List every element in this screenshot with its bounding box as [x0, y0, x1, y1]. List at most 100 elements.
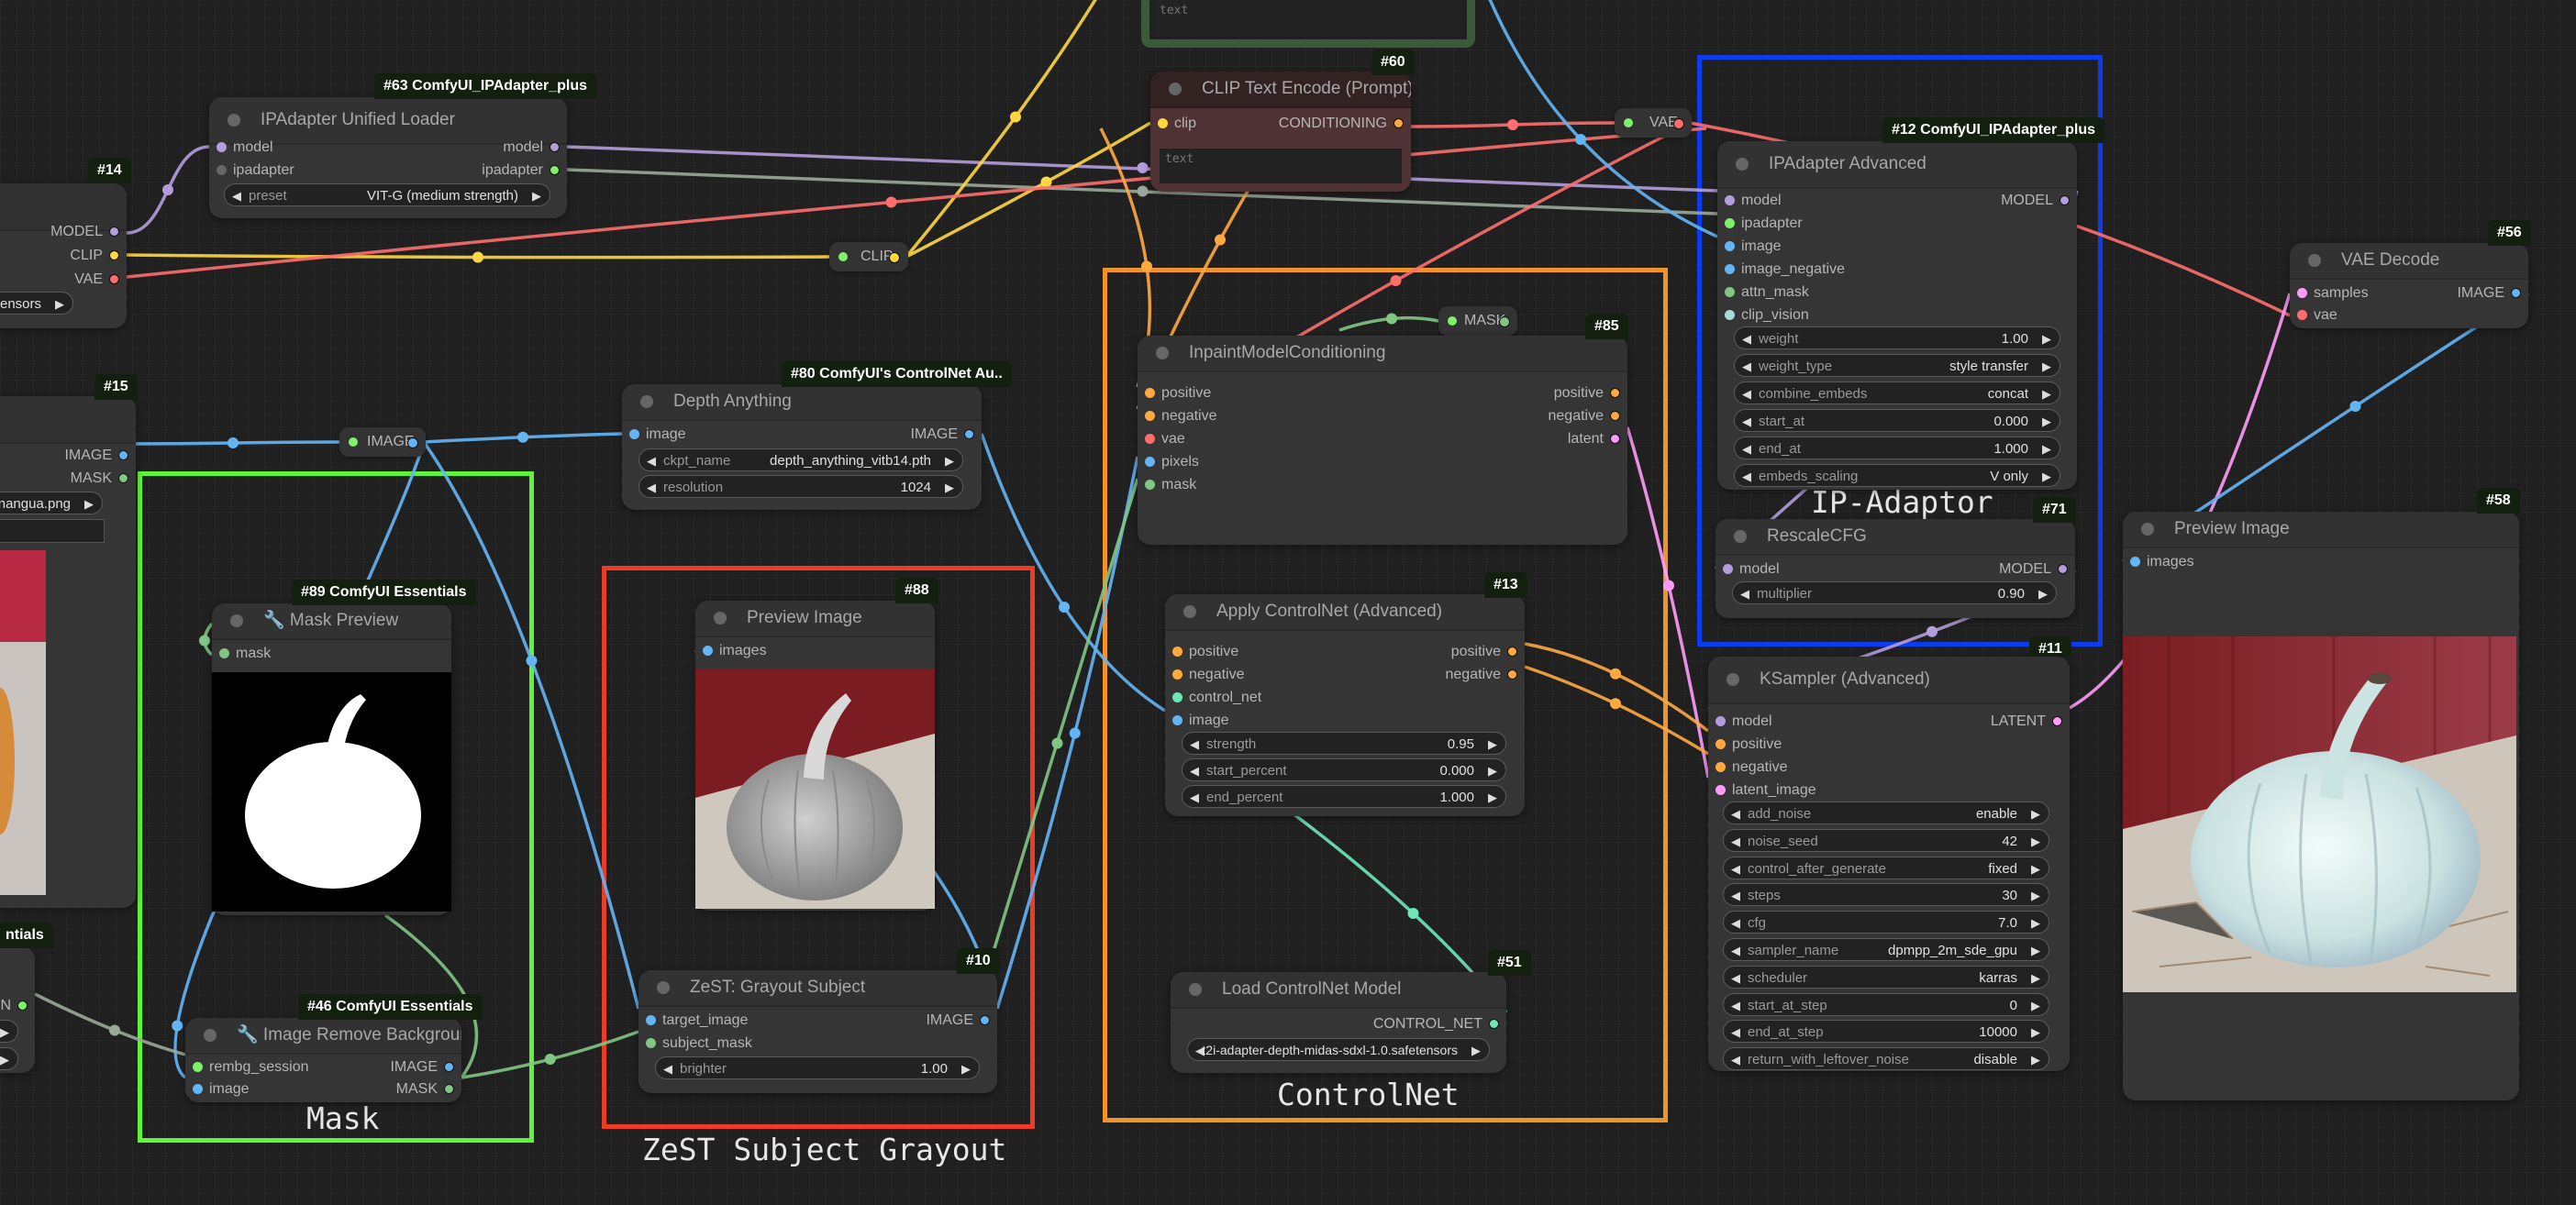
- widget-model[interactable]: ▶: [0, 1020, 18, 1043]
- arrow-right-icon[interactable]: ▶: [1488, 733, 1497, 756]
- output-image[interactable]: IMAGE: [64, 444, 136, 467]
- widget-cfg[interactable]: ◀ cfg 7.0 ▶: [1723, 911, 2049, 934]
- arrow-right-icon[interactable]: ▶: [2042, 327, 2051, 350]
- arrow-left-icon[interactable]: ◀: [1190, 733, 1199, 756]
- arrow-left-icon[interactable]: ◀: [1731, 912, 1740, 934]
- arrow-right-icon[interactable]: ▶: [2031, 857, 2040, 880]
- widget-start-percent[interactable]: ◀ start_percent 0.000 ▶: [1182, 758, 1506, 781]
- input-rembg-session[interactable]: rembg_session: [185, 1056, 309, 1078]
- node-clip-text-encode[interactable]: CLIP Text Encode (Prompt) clip CONDITION…: [1150, 72, 1411, 192]
- arrow-right-icon[interactable]: ▶: [532, 184, 541, 207]
- pin[interactable]: [118, 473, 128, 483]
- input-clip[interactable]: clip: [1150, 112, 1196, 135]
- pin[interactable]: [1172, 692, 1183, 702]
- node-apply-controlnet-advanced[interactable]: Apply ControlNet (Advanced) positive nega…: [1165, 594, 1525, 816]
- arrow-right-icon[interactable]: ▶: [55, 293, 64, 315]
- widget-sampler-name[interactable]: ◀ sampler_name dpmpp_2m_sde_gpu ▶: [1723, 938, 2049, 961]
- node-title-bar[interactable]: Apply ControlNet (Advanced): [1165, 594, 1525, 631]
- widget-ckpt-name[interactable]: ◀ ckpt_name depth_anything_vitb14.pth ▶: [638, 448, 963, 471]
- collapse-dot-icon[interactable]: [640, 395, 653, 408]
- output-negative[interactable]: negative: [1549, 404, 1628, 427]
- arrow-left-icon[interactable]: ◀: [1742, 465, 1751, 488]
- pin[interactable]: [1610, 434, 1620, 444]
- pin[interactable]: [193, 1084, 203, 1094]
- arrow-left-icon[interactable]: ◀: [1731, 802, 1740, 825]
- node-ksampler-advanced[interactable]: KSampler (Advanced) model positive negativ…: [1708, 657, 2070, 1071]
- arrow-right-icon[interactable]: ▶: [2042, 465, 2051, 488]
- input-positive[interactable]: positive: [1708, 733, 1782, 756]
- widget-strength[interactable]: ◀ strength 0.95 ▶: [1182, 732, 1506, 755]
- input-ipadapter[interactable]: ipadapter: [209, 159, 294, 182]
- pin[interactable]: [1145, 388, 1155, 398]
- reroute-in-pin[interactable]: [838, 252, 848, 261]
- reroute-out-pin[interactable]: [889, 252, 900, 263]
- output-latent[interactable]: LATENT: [1991, 710, 2070, 733]
- input-model[interactable]: model: [1708, 710, 1772, 733]
- output-model[interactable]: model: [503, 136, 567, 159]
- pin[interactable]: [2058, 564, 2068, 574]
- pin[interactable]: [17, 1000, 28, 1011]
- pin[interactable]: [217, 165, 227, 175]
- node-title-bar[interactable]: RescaleCFG: [1715, 519, 2075, 556]
- node-title-bar[interactable]: Preview Image: [2123, 512, 2519, 548]
- arrow-left-icon[interactable]: ◀: [1731, 1048, 1740, 1071]
- node-title-bar[interactable]: IPAdapter Advanced: [1717, 141, 2077, 189]
- arrow-right-icon[interactable]: ▶: [2042, 355, 2051, 378]
- pin[interactable]: [1489, 1019, 1499, 1029]
- node-title-bar[interactable]: CLIP Text Encode (Prompt): [1150, 72, 1411, 108]
- input-pixels[interactable]: pixels: [1138, 450, 1199, 473]
- arrow-left-icon[interactable]: ◀: [1731, 1021, 1740, 1044]
- arrow-right-icon[interactable]: ▶: [2042, 382, 2051, 405]
- widget-control-net-name[interactable]: ◀ t2i-adapter-depth-midas-sdxl-1.0.safete…: [1187, 1038, 1490, 1061]
- input-images[interactable]: images: [2123, 550, 2194, 573]
- arrow-left-icon[interactable]: ◀: [1731, 967, 1740, 989]
- pin[interactable]: [217, 142, 227, 152]
- node-load-image[interactable]: IMAGE MASK nangua.png ▶: [0, 396, 136, 908]
- output-session[interactable]: ON: [0, 994, 35, 1017]
- node-zest-grayout-subject[interactable]: ZeST: Grayout Subject target_image subje…: [638, 970, 997, 1093]
- node-vae-decode[interactable]: VAE Decode samples vae IMAGE: [2290, 243, 2528, 328]
- node-title-bar[interactable]: Depth Anything: [622, 384, 982, 421]
- widget-noise-seed[interactable]: ◀ noise_seed 42 ▶: [1723, 828, 2049, 853]
- input-vae[interactable]: vae: [2290, 304, 2337, 326]
- pin[interactable]: [1725, 287, 1735, 297]
- reroute-in-pin[interactable]: [349, 437, 358, 447]
- node-load-controlnet-model[interactable]: Load ControlNet Model CONTROL_NET ◀ t2i-a…: [1171, 972, 1506, 1073]
- arrow-right-icon[interactable]: ▶: [0, 1048, 9, 1071]
- input-positive[interactable]: positive: [1138, 381, 1211, 404]
- collapse-dot-icon[interactable]: [2308, 254, 2321, 267]
- arrow-right-icon[interactable]: ▶: [2031, 939, 2040, 962]
- output-conditioning[interactable]: CONDITIONING: [1279, 112, 1411, 135]
- arrow-left-icon[interactable]: ◀: [647, 449, 656, 472]
- pin[interactable]: [646, 1038, 656, 1048]
- widget-image-file[interactable]: nangua.png ▶: [0, 492, 103, 514]
- arrow-right-icon[interactable]: ▶: [945, 449, 954, 472]
- pin[interactable]: [109, 250, 119, 260]
- node-title-bar[interactable]: ZeST: Grayout Subject: [638, 970, 997, 1007]
- arrow-left-icon[interactable]: ◀: [1742, 382, 1751, 405]
- pin[interactable]: [646, 1015, 656, 1025]
- output-negative[interactable]: negative: [1446, 663, 1526, 686]
- arrow-right-icon[interactable]: ▶: [0, 1021, 9, 1044]
- reroute-out-pin[interactable]: [1673, 118, 1684, 129]
- pin[interactable]: [193, 1062, 203, 1072]
- collapse-dot-icon[interactable]: [1189, 983, 1202, 996]
- widget-control-after-generate[interactable]: ◀ control_after_generate fixed ▶: [1723, 856, 2049, 880]
- arrow-left-icon[interactable]: ◀: [1190, 759, 1199, 782]
- pin[interactable]: [2511, 288, 2521, 298]
- arrow-left-icon[interactable]: ◀: [1731, 830, 1740, 853]
- node-title-bar[interactable]: Load ControlNet Model: [1171, 972, 1506, 1009]
- pin[interactable]: [444, 1062, 454, 1072]
- pin[interactable]: [219, 648, 229, 658]
- node-title-bar[interactable]: KSampler (Advanced): [1708, 657, 2070, 704]
- input-negative[interactable]: negative: [1165, 663, 1245, 686]
- pin[interactable]: [1393, 118, 1404, 128]
- widget-end-percent[interactable]: ◀ end_percent 1.000 ▶: [1182, 785, 1506, 808]
- arrow-right-icon[interactable]: ▶: [945, 476, 954, 499]
- output-image[interactable]: IMAGE: [2457, 282, 2528, 304]
- input-control-net[interactable]: control_net: [1165, 686, 1261, 709]
- input-image[interactable]: image: [1165, 709, 1229, 732]
- pin[interactable]: [1610, 388, 1620, 398]
- output-model[interactable]: MODEL: [50, 220, 127, 243]
- arrow-left-icon[interactable]: ◀: [1731, 939, 1740, 962]
